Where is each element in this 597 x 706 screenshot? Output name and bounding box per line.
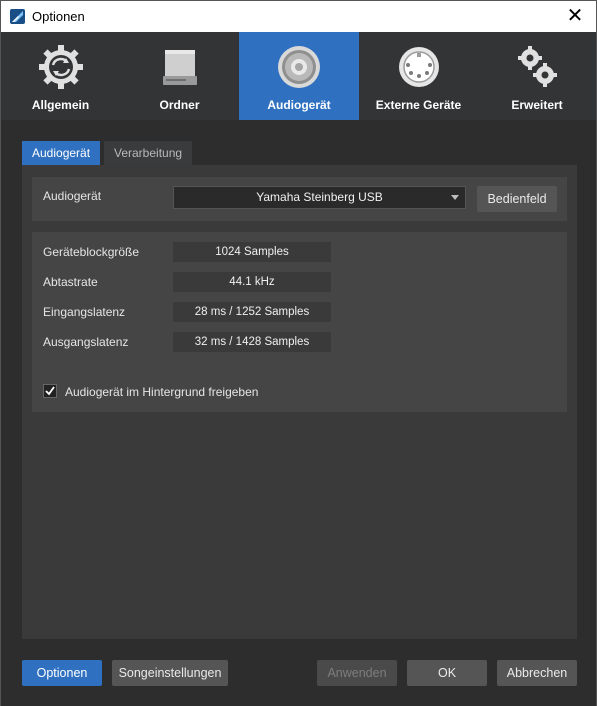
refresh-gear-icon [37,43,85,91]
release-background-checkbox[interactable] [43,384,57,398]
input-latency-value: 28 ms / 1252 Samples [173,302,331,322]
midi-port-icon [395,43,443,91]
window-title: Optionen [32,9,85,24]
options-button[interactable]: Optionen [22,660,102,686]
input-latency-label: Eingangslatenz [43,305,126,319]
checkmark-icon [45,386,55,396]
title-bar: Optionen ✕ [1,1,596,32]
category-externe-geraete[interactable]: Externe Geräte [359,32,478,120]
category-erweitert[interactable]: Erweitert [478,32,596,120]
release-background-label: Audiogerät im Hintergrund freigeben [65,385,259,399]
close-button[interactable]: ✕ [564,5,586,27]
apply-button[interactable]: Anwenden [317,660,397,686]
category-label: Ordner [159,98,200,112]
category-label: Allgemein [31,98,90,112]
sample-rate-label: Abtastrate [43,275,98,289]
category-label: Audiogerät [267,98,331,112]
block-size-value: 1024 Samples [173,242,331,262]
tab-audiogeraet[interactable]: Audiogerät [22,141,101,165]
category-label: Externe Geräte [375,98,462,112]
output-latency-label: Ausgangslatenz [43,335,129,349]
tab-verarbeitung[interactable]: Verarbeitung [104,141,193,165]
close-icon: ✕ [566,5,584,27]
category-ordner[interactable]: Ordner [120,32,239,120]
gears-icon [513,43,561,91]
category-bar: Allgemein Ordner Audiogerät Externe Gerä… [1,32,596,120]
device-label: Audiogerät [43,189,102,203]
cancel-button[interactable]: Abbrechen [497,660,577,686]
device-select-value: Yamaha Steinberg USB [256,190,383,204]
category-audiogeraet[interactable]: Audiogerät [239,32,359,120]
category-allgemein[interactable]: Allgemein [1,32,120,120]
options-window: Optionen ✕ Allgemein Ordner Audiogerät E… [0,0,597,706]
control-panel-button[interactable]: Bedienfeld [477,186,557,212]
song-settings-button[interactable]: Songeinstellungen [112,660,228,686]
output-latency-value: 32 ms / 1428 Samples [173,332,331,352]
sample-rate-value: 44.1 kHz [173,272,331,292]
app-logo-icon [10,9,25,24]
ok-button[interactable]: OK [407,660,487,686]
drive-icon [156,43,204,91]
speaker-icon [275,43,323,91]
device-select[interactable]: Yamaha Steinberg USB [173,186,466,209]
block-size-label: Geräteblockgröße [43,245,140,259]
category-label: Erweitert [511,98,563,112]
chevron-down-icon [451,195,459,200]
